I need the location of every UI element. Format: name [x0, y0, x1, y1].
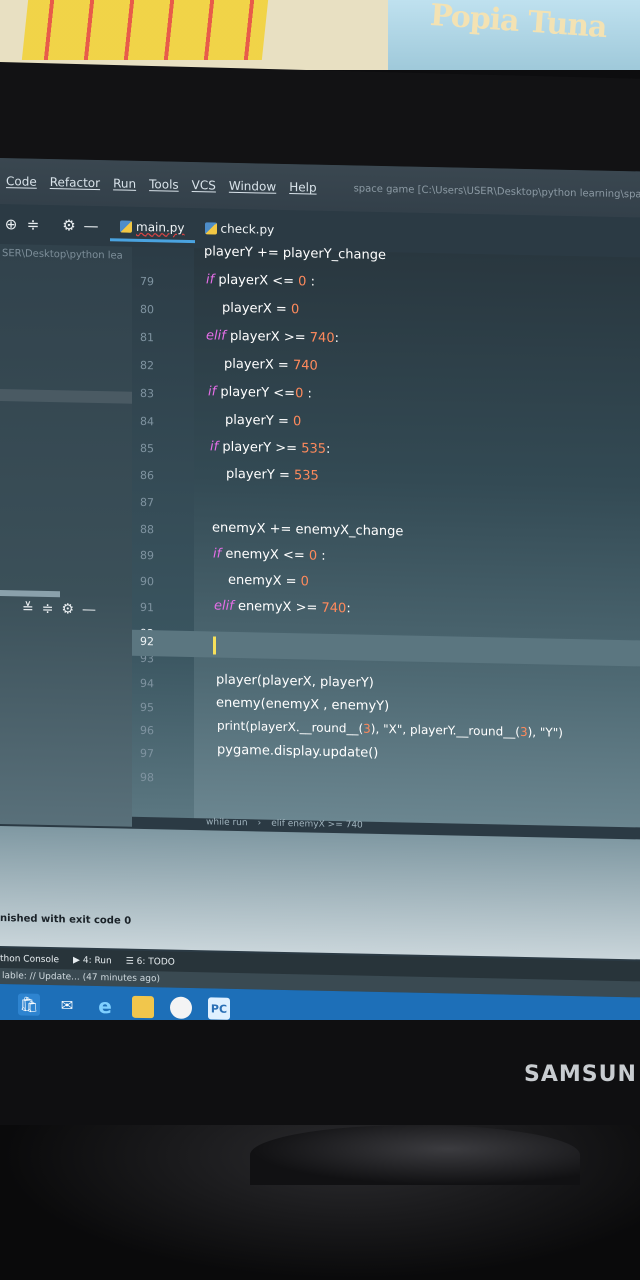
code-line: if enemyX <= 0 :	[213, 546, 326, 564]
mail-icon[interactable]: ✉	[56, 994, 78, 1016]
tab-todo-label: 6: TODO	[136, 956, 175, 968]
code-line: elif playerX >= 740:	[206, 328, 339, 347]
tab-label: check.py	[220, 221, 275, 237]
tab-todo[interactable]: ☰ 6: TODO	[126, 957, 175, 968]
line-number: 95	[140, 700, 154, 715]
monitor-stand	[250, 1125, 580, 1185]
tab-run[interactable]: ▶ 4: Run	[73, 956, 112, 967]
project-pane[interactable]: SER\Desktop\python lea ≚ ≑ ⚙ —	[0, 244, 132, 827]
code-line: if playerY >= 535:	[210, 439, 331, 457]
line-number: 83	[140, 386, 154, 401]
store-icon[interactable]: 🛍	[18, 993, 40, 1016]
code-line: playerY = 535	[226, 466, 319, 484]
minimize-icon[interactable]: —	[82, 602, 96, 618]
window-title: space game [C:\Users\USER\Desktop\python…	[353, 182, 640, 201]
gear-icon[interactable]: ⚙	[58, 216, 80, 234]
screen: Code Refactor Run Tools VCS Window Help …	[0, 158, 640, 1034]
line-number: 82	[140, 358, 154, 373]
tab-python-console[interactable]: thon Console	[0, 954, 59, 965]
code-line: playerY = 0	[225, 412, 302, 430]
code-line: if playerY <=0 :	[208, 384, 312, 402]
code-editor[interactable]: playerY += playerY_change if playerX <= …	[194, 244, 640, 828]
tab-label: main.py	[136, 219, 185, 235]
code-line: enemy(enemyX , enemyY)	[216, 695, 390, 715]
code-line: enemyX = 0	[228, 572, 309, 590]
run-panel[interactable]	[0, 826, 640, 960]
pane-scroll-indicator	[0, 590, 60, 598]
code-line: playerX = 740	[224, 356, 318, 374]
code-line: elif enemyX >= 740:	[214, 598, 351, 617]
line-number: 98	[140, 770, 154, 785]
menu-help[interactable]: Help	[283, 180, 323, 195]
lottery-tickets	[21, 0, 269, 60]
breadcrumb-item[interactable]: while run	[206, 817, 248, 828]
chevron-right-icon: ›	[257, 818, 262, 829]
line-number: 79	[140, 274, 154, 289]
menu-tools[interactable]: Tools	[143, 177, 186, 192]
line-number: 94	[140, 676, 154, 691]
monitor-brand-logo: SAMSUN	[524, 1062, 637, 1087]
menu-code[interactable]: Code	[0, 174, 44, 189]
line-number: 81	[140, 330, 154, 345]
menu-window[interactable]: Window	[223, 179, 283, 194]
collapse-icon[interactable]: ≑	[42, 601, 54, 617]
folder-icon[interactable]	[132, 995, 154, 1019]
line-number: 80	[140, 302, 154, 317]
pane-divider	[0, 389, 132, 404]
minimize-icon[interactable]: —	[80, 217, 102, 235]
line-number: 84	[140, 414, 154, 429]
menu-vcs[interactable]: VCS	[186, 178, 223, 193]
line-number: 86	[140, 468, 154, 483]
code-line: print(playerX.__round__(3), "X", playerY…	[217, 718, 563, 740]
code-line: enemyX += enemyX_change	[212, 520, 404, 540]
line-number: 90	[140, 574, 154, 589]
line-number-gutter: 79 80 81 82 83 84 85 86 87 88 89 90 91 9…	[132, 246, 194, 819]
line-number: 96	[140, 723, 154, 738]
menu-run[interactable]: Run	[107, 176, 143, 191]
current-line-number: 92	[140, 634, 154, 649]
code-line: playerY += playerY_change	[204, 244, 387, 264]
project-path: SER\Desktop\python lea	[2, 248, 123, 262]
menu-refactor[interactable]: Refactor	[44, 175, 107, 190]
code-line: pygame.display.update()	[217, 742, 379, 761]
tab-run-label: 4: Run	[82, 955, 112, 967]
chrome-icon[interactable]	[170, 996, 192, 1020]
python-file-icon	[120, 220, 132, 233]
code-line: playerX = 0	[222, 300, 300, 318]
line-number: 88	[140, 522, 154, 537]
background-wall: Popia Tuna	[0, 0, 640, 70]
breadcrumb-item[interactable]: elif enemyX >= 740	[271, 819, 363, 831]
pane-tools: ≚ ≑ ⚙ —	[22, 600, 96, 618]
tab-check-py[interactable]: check.py	[195, 213, 285, 245]
code-line: player(playerX, playerY)	[216, 672, 374, 691]
code-line: if playerX <= 0 :	[206, 272, 315, 290]
text-caret	[213, 636, 216, 655]
line-number: 85	[140, 441, 154, 456]
line-number: 87	[140, 495, 154, 510]
edge-icon[interactable]: e	[94, 994, 116, 1018]
line-number: 91	[140, 600, 154, 615]
collapse-icon[interactable]: ≑	[22, 215, 44, 234]
expand-icon[interactable]: ≚	[22, 600, 34, 616]
line-number: 97	[140, 746, 154, 761]
tab-main-py[interactable]: main.py	[110, 211, 195, 243]
gear-icon[interactable]: ⚙	[61, 601, 74, 617]
globe-icon[interactable]: ⊕	[0, 215, 22, 233]
line-number: 89	[140, 548, 154, 563]
python-file-icon	[204, 222, 217, 235]
pycharm-icon[interactable]: PC	[208, 997, 230, 1020]
